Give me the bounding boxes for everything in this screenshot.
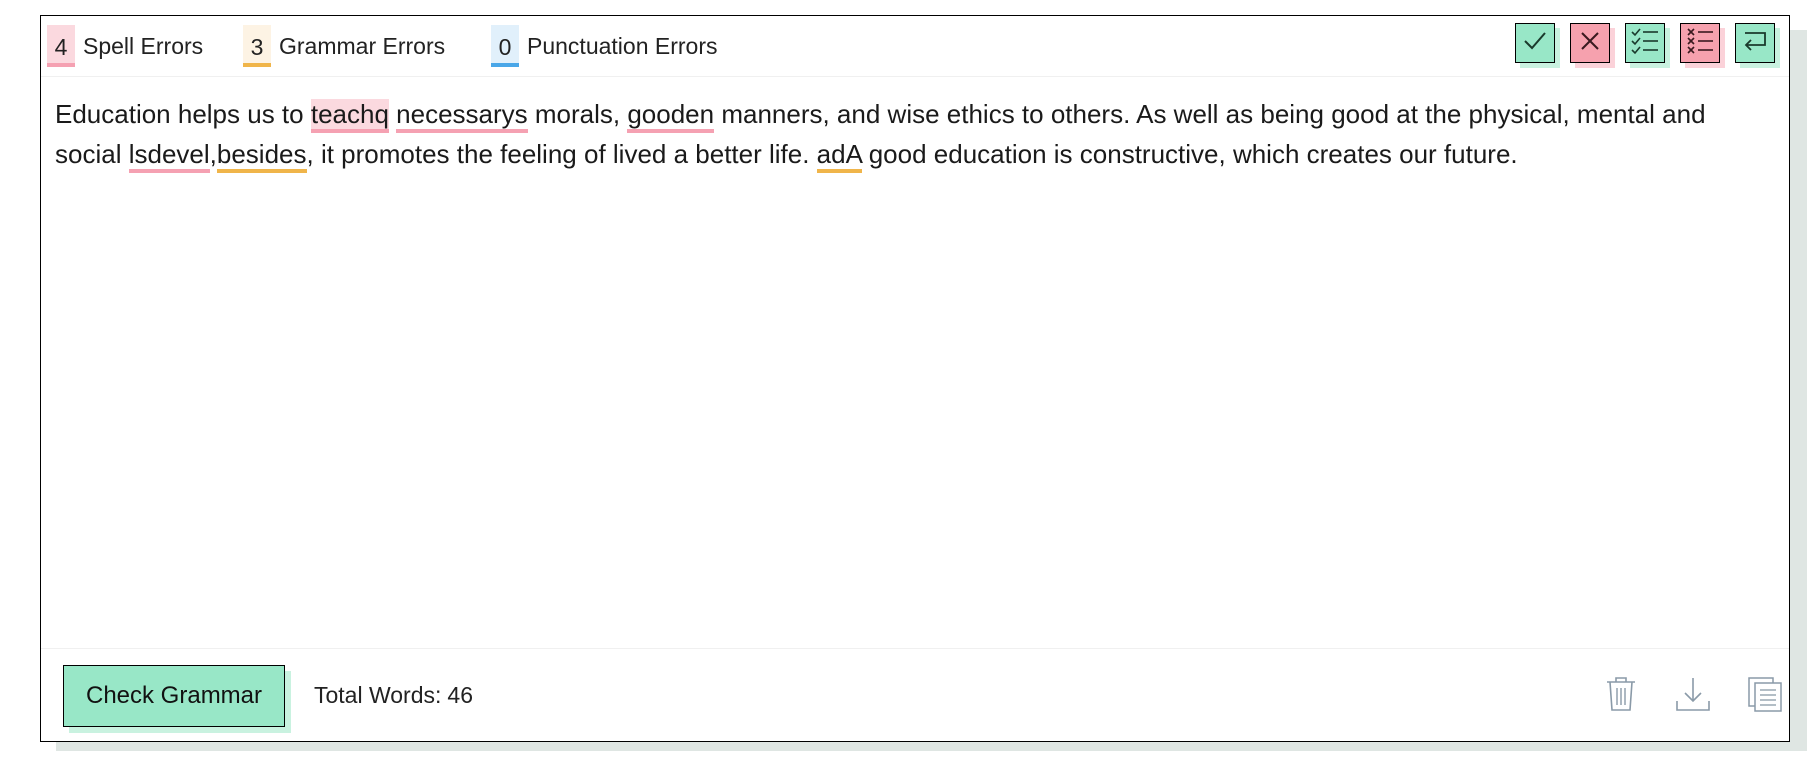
text-segment: , [209,139,217,169]
error-summary-bar: 4 Spell Errors 3 Grammar Errors 0 Punctu… [41,16,1789,77]
return-button[interactable] [1735,23,1775,63]
editor-text[interactable]: Education helps us to teachq necessarys … [55,94,1765,174]
punctuation-errors-counter[interactable]: 0 Punctuation Errors [491,24,717,68]
grammar-error-word[interactable]: besides [216,139,307,173]
spell-error-word[interactable]: teachq [310,99,389,133]
grammar-editor: 4 Spell Errors 3 Grammar Errors 0 Punctu… [40,15,1790,742]
word-count: Total Words: 46 [314,678,473,712]
spell-errors-count: 4 [47,25,75,67]
text-segment: morals, [527,99,628,129]
trash-icon [1604,675,1638,718]
reject-suggestion-button[interactable] [1570,23,1610,63]
grammar-error-word[interactable]: adA [816,139,862,173]
x-icon [1577,28,1603,59]
copy-icon [1746,675,1784,718]
spell-errors-counter[interactable]: 4 Spell Errors [47,24,203,68]
text-segment: Education helps us to [55,99,311,129]
return-icon [1741,27,1769,60]
reject-all-button[interactable] [1680,23,1720,63]
download-icon [1674,675,1712,718]
grammar-errors-counter[interactable]: 3 Grammar Errors [243,24,445,68]
punctuation-errors-count: 0 [491,25,519,67]
checklist-icon [1630,26,1660,61]
check-icon [1522,28,1548,59]
copy-button[interactable] [1745,676,1785,716]
spell-error-word[interactable]: necessarys [396,99,528,133]
spell-error-word[interactable]: gooden [627,99,715,133]
check-grammar-button[interactable]: Check Grammar [63,665,285,727]
word-count-value: 46 [447,682,473,708]
accept-suggestion-button[interactable] [1515,23,1555,63]
delete-button[interactable] [1601,676,1641,716]
text-segment: good education is constructive, which cr… [861,139,1518,169]
editor-footer: Check Grammar Total Words: 46 [41,648,1789,741]
accept-all-button[interactable] [1625,23,1665,63]
punctuation-errors-label: Punctuation Errors [527,33,718,59]
grammar-errors-label: Grammar Errors [279,33,446,59]
text-segment: , it promotes the feeling of lived a bet… [306,139,817,169]
spell-error-word[interactable]: lsdevel [128,139,210,173]
grammar-errors-count: 3 [243,25,271,67]
x-list-icon [1685,26,1715,61]
download-button[interactable] [1673,676,1713,716]
spell-errors-label: Spell Errors [83,33,204,59]
word-count-label: Total Words: [314,682,442,708]
